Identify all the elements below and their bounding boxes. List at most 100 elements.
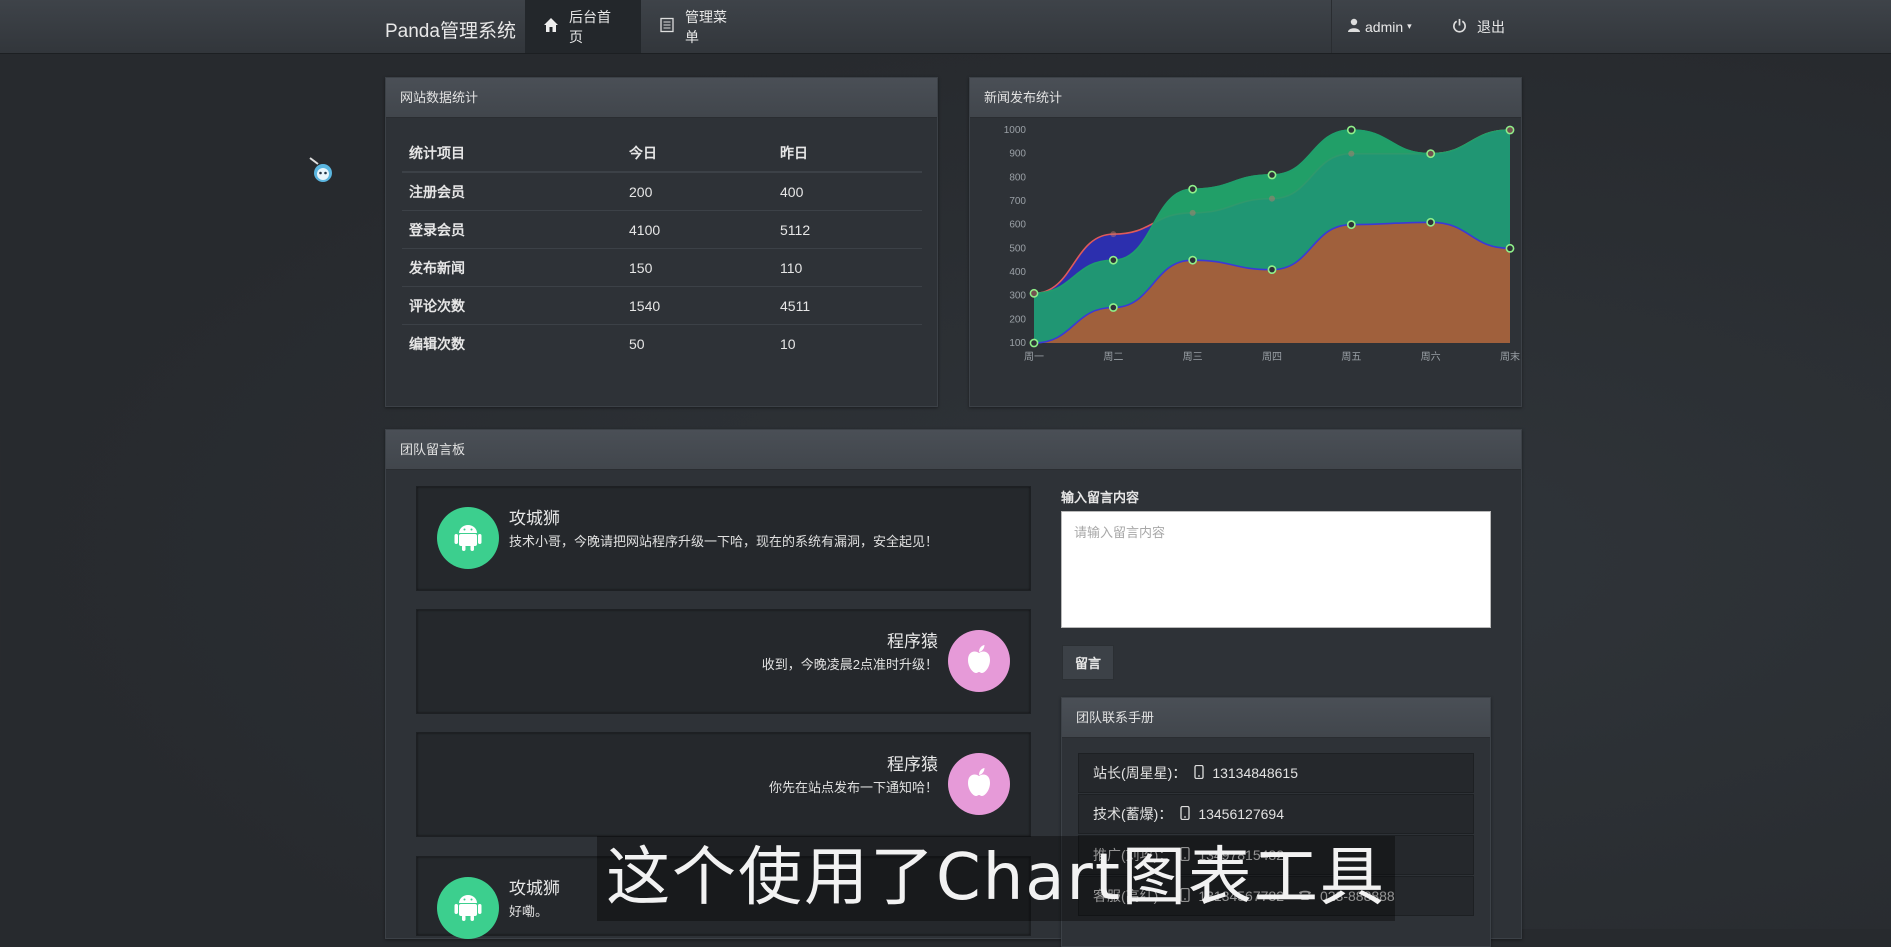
data-point: [1348, 150, 1355, 157]
cell: 登录会员: [402, 210, 622, 249]
message-author: 攻城狮: [509, 509, 560, 528]
data-point: [1267, 170, 1277, 180]
nav-manage-label: 管理菜单: [685, 8, 727, 45]
y-tick-label: 100: [1009, 338, 1026, 349]
message-text: 你先在站点发布一下通知哈！: [768, 780, 938, 795]
x-tick-label: 周六: [1421, 351, 1441, 363]
cell: 评论次数: [402, 286, 622, 325]
site-stats-title: 网站数据统计: [386, 78, 937, 118]
data-point: [1108, 255, 1118, 265]
message-input-label: 输入留言内容: [1061, 490, 1140, 505]
message-author: 程序猿: [887, 632, 938, 651]
table-row: 注册会员 200 400: [402, 172, 922, 211]
message-author: 攻城狮: [509, 879, 560, 898]
message-item: 程序猿 你先在站点发布一下通知哈！: [416, 732, 1031, 837]
cell: 400: [773, 172, 922, 211]
cell: 发布新闻: [402, 248, 622, 287]
cell: 编辑次数: [409, 335, 465, 352]
col-header: 今日: [622, 134, 773, 173]
data-point: [1427, 150, 1434, 157]
mobile-phone-icon: [1194, 764, 1204, 782]
message-item: 攻城狮 技术小哥，今晚请把网站程序升级一下哈，现在的系统有漏洞，安全起见！: [416, 486, 1031, 591]
message-text: 收到，今晚凌晨2点准时升级！: [761, 657, 938, 672]
table-row: 登录会员 4100 5112: [402, 210, 922, 249]
contact-label: 技术(蓄爆)：: [1093, 806, 1173, 822]
cell: 4100: [622, 210, 773, 249]
news-chart-title: 新闻发布统计: [970, 78, 1521, 118]
data-point: [1029, 338, 1039, 348]
user-menu[interactable]: admin ▾: [1331, 0, 1441, 53]
news-area-chart[interactable]: 100 200 300 400 500 600 700 800 900 1000 周一 周二 周三 周四 周…: [970, 118, 1521, 407]
data-point: [1188, 184, 1198, 194]
x-tick-label: 周三: [1183, 351, 1203, 363]
news-chart-panel: 新闻发布统计 100 200 300 400 500 600 700 800 900 1000 周一…: [969, 77, 1522, 407]
avatar: [437, 507, 499, 569]
cell: 4511: [773, 286, 922, 325]
power-icon: [1452, 18, 1467, 36]
message-text: 好嘞。: [509, 904, 549, 919]
user-icon: [1347, 18, 1361, 35]
cell: 110: [773, 248, 922, 287]
logout-label: 退出: [1477, 18, 1505, 35]
contact-row: 站长(周星星)： 13134848615: [1078, 753, 1474, 793]
data-point: [1189, 209, 1196, 216]
cell: 注册会员: [402, 172, 622, 211]
y-tick-label: 500: [1009, 243, 1026, 254]
brand-title[interactable]: Panda管理系统: [385, 16, 516, 43]
y-tick-label: 200: [1009, 314, 1026, 325]
y-tick-label: 400: [1009, 267, 1026, 278]
table-header-row: 统计项目 今日 昨日: [402, 134, 922, 173]
contact-label: 站长(周星星)：: [1093, 765, 1187, 781]
team-contacts-title: 团队联系手册: [1062, 698, 1490, 738]
cell: 200: [622, 172, 773, 211]
home-icon: [543, 17, 559, 36]
data-point: [1110, 231, 1117, 238]
cell: 1540: [622, 286, 773, 325]
x-tick-label: 周二: [1103, 351, 1123, 363]
avatar: [948, 630, 1010, 692]
y-tick-label: 600: [1009, 220, 1026, 231]
table-row: 发布新闻 150 110: [402, 248, 922, 287]
site-stats-panel: 网站数据统计 统计项目 今日 昨日 注册会员 200 400 登录会员 4100 511…: [385, 77, 938, 407]
y-tick-label: 300: [1009, 291, 1026, 302]
message-item: 程序猿 收到，今晚凌晨2点准时升级！: [416, 609, 1031, 714]
nav-home[interactable]: 后台首页: [525, 0, 641, 53]
x-tick-label: 周五: [1341, 351, 1361, 363]
data-point: [1346, 220, 1356, 230]
x-tick-label: 周一: [1024, 351, 1044, 363]
data-point: [1269, 195, 1275, 202]
android-icon: [454, 891, 482, 926]
data-point: [1426, 217, 1436, 227]
table-row: 编辑次数 50 10: [402, 325, 922, 363]
col-header: 统计项目: [402, 134, 622, 173]
data-point: [1505, 243, 1515, 253]
contact-phone: 13456127694: [1198, 806, 1284, 822]
list-icon: [659, 17, 675, 36]
data-point: [1108, 303, 1118, 312]
y-tick-label: 800: [1009, 172, 1026, 183]
top-navbar: Panda管理系统 后台首页 管理菜单 admin ▾ 退出: [0, 0, 1891, 54]
message-text: 技术小哥，今晚请把网站程序升级一下哈，现在的系统有漏洞，安全起见！: [509, 534, 939, 549]
avatar: [948, 753, 1010, 815]
nav-home-label: 后台首页: [569, 8, 611, 45]
video-subtitle: 这个使用了Chart图表工具: [597, 836, 1395, 921]
data-point: [1346, 125, 1356, 135]
message-textarea[interactable]: 请输入留言内容: [1061, 511, 1491, 628]
caret-down-icon: ▾: [1407, 21, 1412, 31]
apple-icon: [966, 644, 992, 679]
x-tick-label: 周末: [1500, 350, 1520, 363]
contact-row: 技术(蓄爆)： 13456127694: [1078, 794, 1474, 834]
mobile-phone-icon: [1180, 805, 1190, 823]
y-tick-label: 700: [1009, 196, 1026, 207]
mascot-icon[interactable]: [309, 157, 333, 185]
message-author: 程序猿: [887, 755, 938, 774]
col-header: 昨日: [773, 134, 922, 173]
nav-manage-menu[interactable]: 管理菜单: [641, 0, 757, 53]
android-icon: [454, 521, 482, 556]
y-tick-label: 1000: [1004, 125, 1027, 136]
avatar: [437, 877, 499, 939]
submit-message-button[interactable]: 留言: [1062, 645, 1114, 680]
logout-button[interactable]: 退出: [1434, 0, 1534, 53]
cell: 5112: [773, 210, 922, 249]
data-point: [1188, 255, 1198, 265]
